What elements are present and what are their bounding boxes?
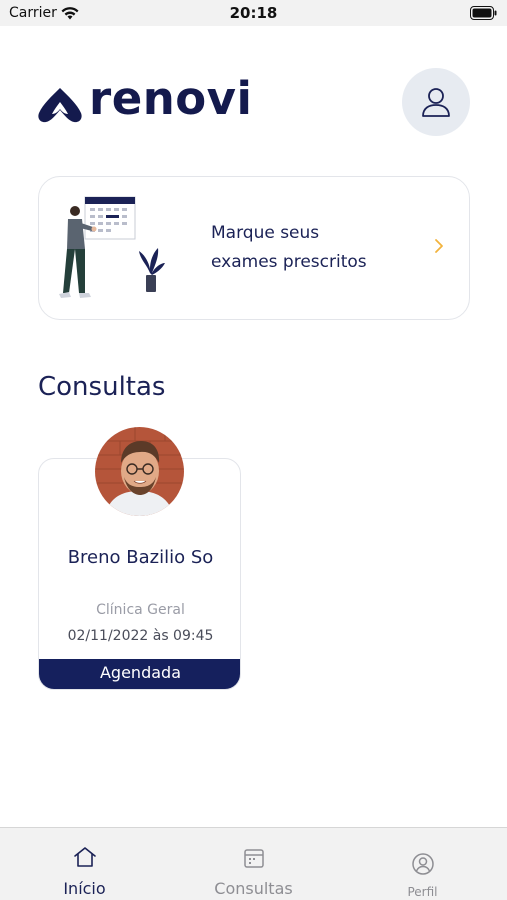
doctor-photo xyxy=(95,427,184,516)
doctor-specialty: Clínica Geral xyxy=(96,602,185,618)
tab-inicio-label: Início xyxy=(63,879,106,898)
tab-perfil[interactable]: Perfil xyxy=(338,828,507,900)
promo-line-2: exames prescritos xyxy=(211,252,367,272)
exams-illustration xyxy=(59,196,165,298)
consultas-title: Consultas xyxy=(38,372,166,402)
clock: 20:18 xyxy=(229,4,278,22)
profile-button[interactable] xyxy=(402,68,470,136)
chevron-right-icon xyxy=(435,239,443,253)
calendar-icon xyxy=(243,849,264,868)
renovi-logo: renovi xyxy=(37,72,267,128)
schedule-exams-card[interactable]: Marque seus exames prescritos xyxy=(38,176,470,320)
tab-consultas[interactable]: Consultas xyxy=(169,828,338,900)
status-bar: Carrier 20:18 xyxy=(0,0,507,26)
doctor-avatar xyxy=(95,427,184,516)
promo-line-1: Marque seus xyxy=(211,223,320,243)
home-icon xyxy=(73,847,96,867)
tab-bar: Início Consultas Perfil xyxy=(0,827,507,900)
tab-perfil-label: Perfil xyxy=(407,885,438,899)
tab-consultas-label: Consultas xyxy=(214,879,293,898)
logo-text: renovi xyxy=(89,72,253,125)
user-circle-icon xyxy=(411,853,434,875)
schedule-exams-text: Marque seus exames prescritos xyxy=(211,219,367,277)
battery-icon xyxy=(470,6,497,20)
consultation-datetime: 02/11/2022 às 09:45 xyxy=(67,628,214,644)
doctor-name: Breno Bazilio So xyxy=(67,547,214,568)
user-icon xyxy=(422,88,450,117)
tab-inicio[interactable]: Início xyxy=(0,828,169,900)
status-badge: Agendada xyxy=(39,659,240,689)
renovi-logo-mark-icon xyxy=(38,88,82,123)
